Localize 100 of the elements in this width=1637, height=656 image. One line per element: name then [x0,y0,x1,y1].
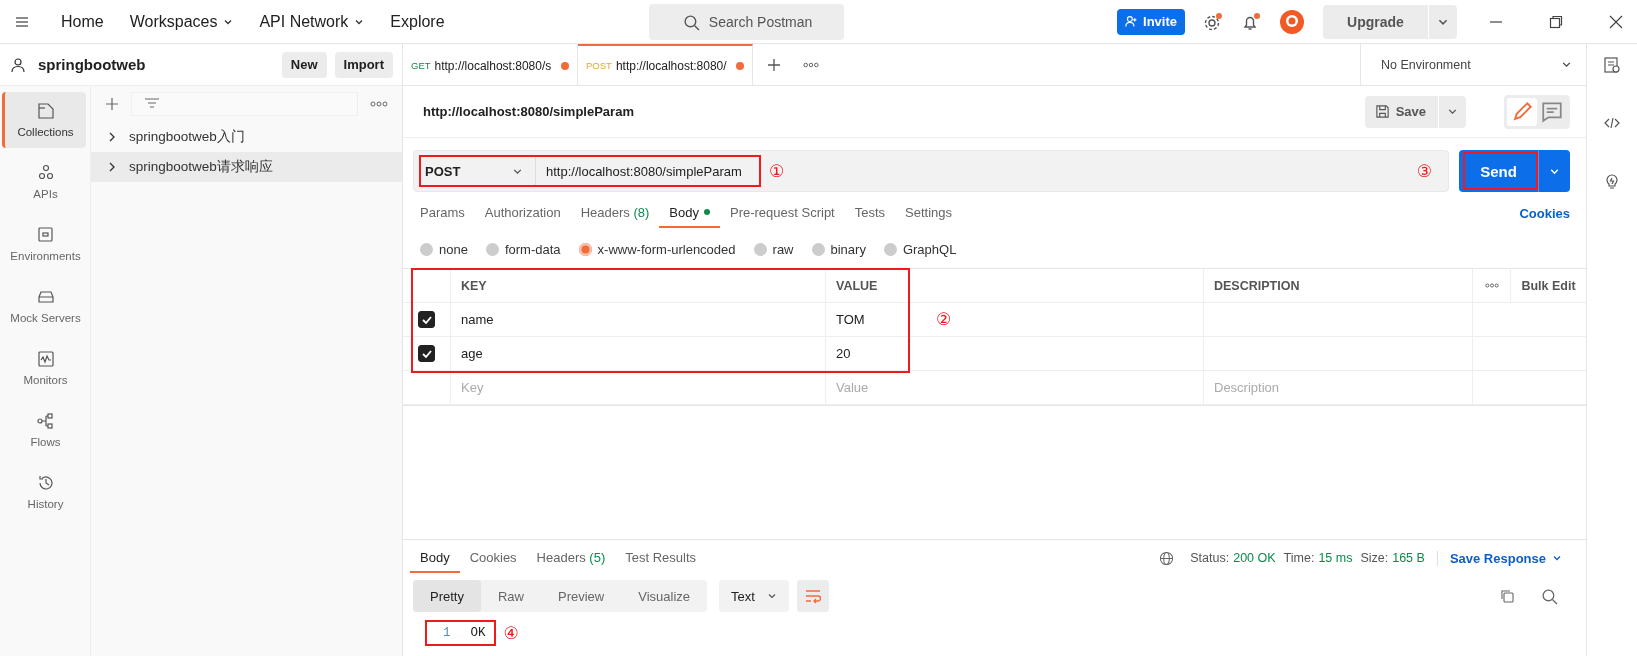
nav-link[interactable]: Home [50,6,115,37]
request-section-tab[interactable]: Headers (8) [570,198,660,228]
request-tab[interactable]: POST http://localhost:8080/ [578,44,753,85]
response-tab[interactable]: Cookies [459,543,527,573]
body-type-radio[interactable]: binary [811,241,866,257]
request-section-tab[interactable]: Pre-request Script [719,198,845,228]
cookies-link[interactable]: Cookies [1519,205,1570,221]
response-meta-label: Status: [1190,551,1230,565]
workspace-button[interactable]: New [281,51,327,78]
response-meta-label: Time: [1283,551,1315,565]
history-icon [36,474,55,492]
request-section-tab[interactable]: Settings [895,198,963,228]
body-type-radio[interactable]: x-www-form-urlencoded [578,241,736,257]
response-meta-value: 165 B [1392,551,1425,565]
sidebar-tab[interactable]: Environments [2,216,86,272]
user-icon [10,56,26,73]
save-icon [1374,104,1390,119]
checkbox[interactable] [418,311,435,328]
more-icon[interactable] [803,61,819,68]
restore-icon[interactable] [1549,14,1563,29]
documentation-icon[interactable] [1603,56,1621,74]
table-cell: TOM [836,312,865,327]
collection-item[interactable]: springbootweb请求响应 [91,152,402,182]
more-icon[interactable] [370,101,388,107]
description-field[interactable]: Description [1214,380,1334,395]
request-title: http://localhost:8080/simpleParam [423,104,635,119]
annotation-number: ② [936,309,952,330]
response-meta-value: 15 ms [1318,551,1353,565]
sidebar-tab[interactable]: Flows [2,402,86,458]
chevron-icon [1552,553,1562,563]
body-type-radio[interactable]: none [420,241,468,257]
view-tab[interactable]: Preview [541,580,622,612]
request-section-tab[interactable]: Body [659,198,720,228]
document-icon [36,102,55,120]
search-icon [682,13,700,31]
table-cell: 20 [836,346,851,361]
view-tab[interactable]: Pretty [413,580,481,612]
table-cell: age [461,346,483,361]
nav-link[interactable]: Explore [379,6,456,37]
key-field[interactable]: Key [461,380,581,395]
method-dropdown[interactable]: POST [419,155,536,187]
circles-icon [36,164,55,182]
sidebar-tab[interactable]: APIs [2,154,86,210]
save-response-button[interactable]: Save Response [1436,550,1570,566]
sidebar-tab[interactable]: Mock Servers [2,278,86,334]
search-icon[interactable] [1541,587,1558,605]
view-tab[interactable]: Raw [480,580,541,612]
annotation-number: ④ [503,622,519,644]
more-icon[interactable] [1484,283,1499,288]
filter-icon [144,98,160,110]
add-tab-icon[interactable] [767,57,781,72]
sidebar-tab[interactable]: Monitors [2,340,86,396]
body-type-radio[interactable]: form-data [485,241,561,257]
view-tab[interactable]: Visualize [621,580,708,612]
url-field[interactable]: http://localhost:8080/simpleParam [536,162,761,180]
workspace-name: springbootweb [38,56,147,73]
environment-icon [36,226,55,244]
body-type-radio[interactable]: raw [753,241,794,257]
environment-dropdown[interactable]: No Environment [1361,44,1586,85]
format-dropdown[interactable]: Text [719,580,789,612]
collection-item[interactable]: springbootweb入门 [91,122,402,152]
invite-button[interactable]: Invite [1117,8,1185,35]
response-tab[interactable]: Test Results [615,543,707,573]
monitor-icon [36,350,55,368]
response-tab[interactable]: Body [410,543,460,573]
chevron-icon [107,162,117,172]
checkbox[interactable] [418,345,435,362]
globe-icon[interactable] [1159,550,1175,566]
edit-icon[interactable] [1507,97,1537,126]
line-number: 1 [443,626,451,640]
avatar-icon[interactable] [1279,8,1305,35]
notification-bell-icon[interactable] [1241,11,1261,32]
code-line: OK [470,626,486,640]
add-user-icon [1125,15,1139,28]
response-meta-value: 200 OK [1233,551,1276,565]
sidebar-tab[interactable]: Collections [2,92,86,148]
bulk-edit-button[interactable]: Bulk Edit [1521,278,1576,293]
lightbulb-icon[interactable] [1603,172,1621,190]
search-field[interactable]: Search Postman [648,3,844,40]
workspace-button[interactable]: Import [334,51,393,78]
value-field[interactable]: Value [836,380,956,395]
filter-field[interactable] [131,92,358,116]
table-cell: name [461,312,494,327]
sidebar-tab[interactable]: History [2,464,86,520]
settings-icon[interactable] [1203,11,1223,32]
chevron-icon [107,132,117,142]
server-icon [36,288,55,306]
body-type-radio[interactable]: GraphQL [883,241,957,257]
annotation-number: ① [769,160,785,182]
request-section-tab[interactable]: Params [410,198,475,228]
response-tab[interactable]: Headers (5) [526,543,616,573]
nav-link[interactable]: Workspaces [118,6,245,37]
column-header: DESCRIPTION [1204,269,1473,302]
add-icon[interactable] [105,97,119,111]
request-section-tab[interactable]: Tests [844,198,896,228]
request-section-tab[interactable]: Authorization [474,198,571,228]
close-icon[interactable] [1609,14,1623,29]
nav-link[interactable]: API Network [248,6,376,37]
request-tab[interactable]: GET http://localhost:8080/s [403,44,578,85]
response-meta-label: Size: [1360,551,1389,565]
